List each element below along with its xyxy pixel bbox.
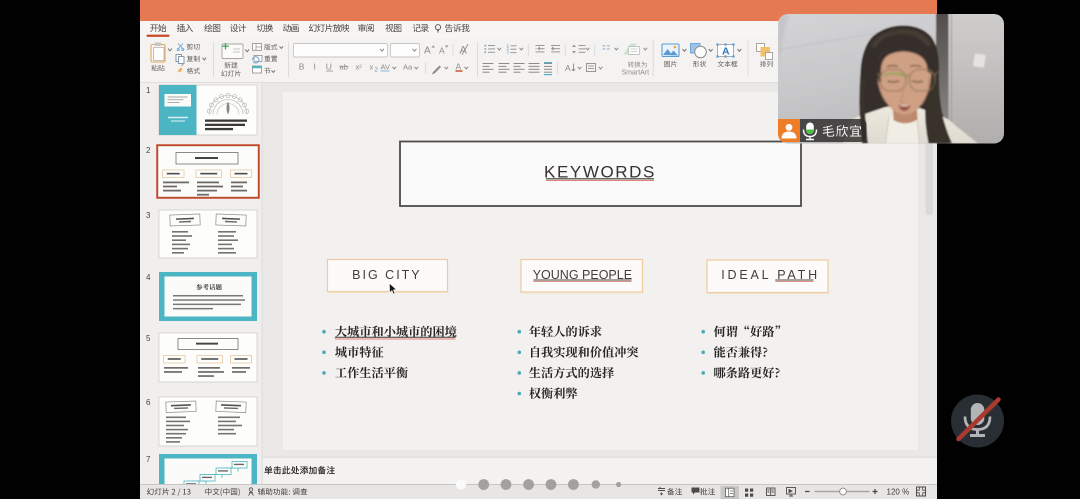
svg-text:A: A <box>565 63 571 73</box>
svg-text:A: A <box>424 46 431 57</box>
svg-text:x²: x² <box>356 62 363 71</box>
svg-text:U: U <box>326 61 332 71</box>
svg-text:5: 5 <box>146 334 151 343</box>
svg-text:1: 1 <box>146 86 151 95</box>
svg-text:3: 3 <box>146 211 151 220</box>
svg-text:4: 4 <box>146 273 151 282</box>
svg-text:A: A <box>439 46 445 56</box>
svg-text:Aa: Aa <box>403 62 413 71</box>
svg-text:120 %: 120 % <box>887 487 910 496</box>
svg-text:B: B <box>299 61 305 71</box>
svg-text:SmartArt: SmartArt <box>622 70 650 77</box>
svg-text:2: 2 <box>146 146 151 155</box>
svg-text:x: x <box>370 62 374 71</box>
svg-text:I: I <box>314 61 316 71</box>
svg-text:AV: AV <box>381 62 390 71</box>
svg-text:A: A <box>456 61 462 71</box>
svg-text:7: 7 <box>146 455 151 464</box>
svg-text:BIG CITY: BIG CITY <box>352 268 421 282</box>
svg-text:6: 6 <box>146 398 151 407</box>
